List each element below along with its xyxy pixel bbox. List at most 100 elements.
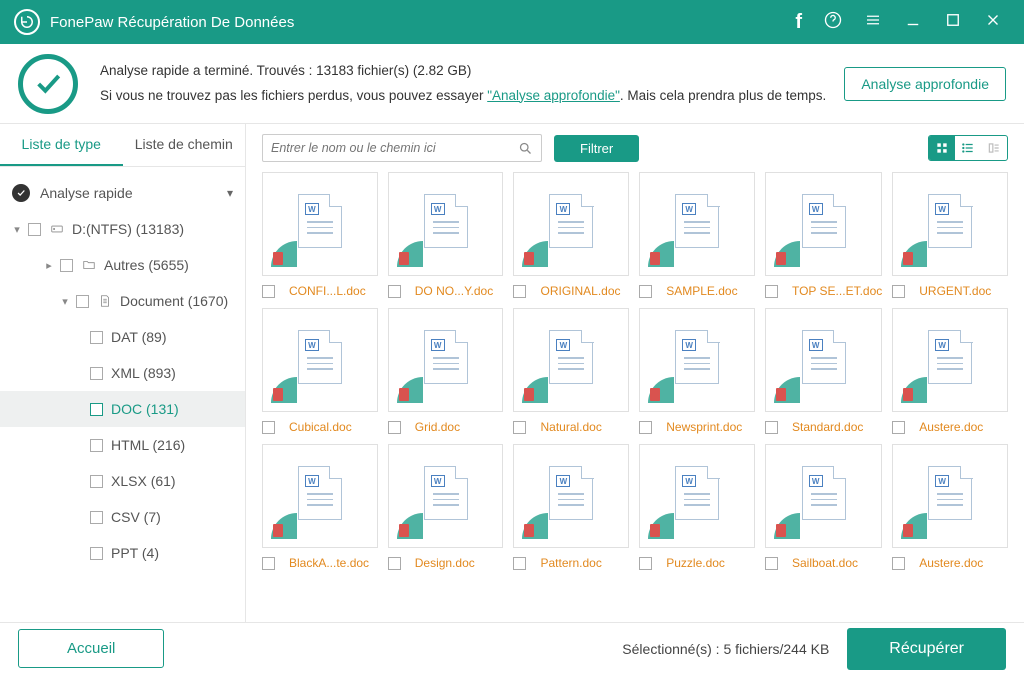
- close-icon[interactable]: [984, 11, 1002, 34]
- file-name: DO NO...Y.doc: [415, 284, 493, 298]
- tree-autres[interactable]: ▸Autres (5655): [0, 247, 245, 283]
- file-cell[interactable]: WURGENT.doc: [892, 172, 1008, 298]
- tab-type-list[interactable]: Liste de type: [0, 124, 123, 166]
- checkbox[interactable]: [513, 557, 526, 570]
- checkbox[interactable]: [76, 295, 89, 308]
- file-name: Cubical.doc: [289, 420, 352, 434]
- tree-xml[interactable]: XML (893): [0, 355, 245, 391]
- app-logo-icon: [14, 9, 40, 35]
- file-name: Puzzle.doc: [666, 556, 725, 570]
- file-name: Austere.doc: [919, 420, 983, 434]
- view-toggle: [928, 135, 1008, 161]
- file-cell[interactable]: WCubical.doc: [262, 308, 378, 434]
- deep-scan-button[interactable]: Analyse approfondie: [844, 67, 1006, 101]
- status-bar: Analyse rapide a terminé. Trouvés : 1318…: [0, 44, 1024, 124]
- recover-button[interactable]: Récupérer: [847, 628, 1006, 670]
- help-icon[interactable]: [824, 11, 842, 34]
- file-name: Pattern.doc: [540, 556, 601, 570]
- chevron-down-icon[interactable]: ▾: [227, 186, 233, 200]
- checkbox[interactable]: [892, 421, 905, 434]
- checkbox[interactable]: [765, 557, 778, 570]
- tree-html[interactable]: HTML (216): [0, 427, 245, 463]
- file-cell[interactable]: WBlackA...te.doc: [262, 444, 378, 570]
- file-cell[interactable]: WStandard.doc: [765, 308, 882, 434]
- file-cell[interactable]: WGrid.doc: [388, 308, 504, 434]
- file-name: BlackA...te.doc: [289, 556, 369, 570]
- checkbox[interactable]: [892, 557, 905, 570]
- file-cell[interactable]: WCONFI...L.doc: [262, 172, 378, 298]
- file-cell[interactable]: WPuzzle.doc: [639, 444, 755, 570]
- checkbox[interactable]: [90, 331, 103, 344]
- tab-path-list[interactable]: Liste de chemin: [123, 124, 246, 166]
- tree-document[interactable]: ▾Document (1670): [0, 283, 245, 319]
- file-cell[interactable]: WAustere.doc: [892, 444, 1008, 570]
- checkbox[interactable]: [765, 421, 778, 434]
- tree-drive[interactable]: ▾D:(NTFS) (13183): [0, 211, 245, 247]
- list-view-icon[interactable]: [955, 136, 981, 160]
- checkbox[interactable]: [388, 557, 401, 570]
- checkbox[interactable]: [90, 439, 103, 452]
- file-name: Standard.doc: [792, 420, 863, 434]
- grid-view-icon[interactable]: [929, 136, 955, 160]
- tree-doc[interactable]: DOC (131): [0, 391, 245, 427]
- file-name: Grid.doc: [415, 420, 460, 434]
- document-icon: [97, 294, 112, 308]
- checkbox[interactable]: [388, 421, 401, 434]
- checkbox[interactable]: [388, 285, 401, 298]
- minimize-icon[interactable]: [904, 11, 922, 34]
- checkbox[interactable]: [639, 285, 652, 298]
- checkbox[interactable]: [262, 421, 275, 434]
- file-cell[interactable]: WTOP SE...ET.doc: [765, 172, 882, 298]
- checkbox[interactable]: [765, 285, 778, 298]
- file-cell[interactable]: WSAMPLE.doc: [639, 172, 755, 298]
- checkbox[interactable]: [262, 557, 275, 570]
- tree-dat[interactable]: DAT (89): [0, 319, 245, 355]
- titlebar: FonePaw Récupération De Données f: [0, 0, 1024, 44]
- file-cell[interactable]: WORIGINAL.doc: [513, 172, 629, 298]
- file-cell[interactable]: WPattern.doc: [513, 444, 629, 570]
- checkbox[interactable]: [892, 285, 905, 298]
- home-button[interactable]: Accueil: [18, 629, 164, 668]
- file-name: TOP SE...ET.doc: [792, 284, 882, 298]
- selection-info: Sélectionné(s) : 5 fichiers/244 KB: [622, 641, 829, 657]
- deep-scan-link[interactable]: "Analyse approfondie": [487, 88, 620, 103]
- search-input[interactable]: [271, 141, 518, 155]
- file-grid: WCONFI...L.docWDO NO...Y.docWORIGINAL.do…: [246, 172, 1024, 622]
- checkbox[interactable]: [513, 421, 526, 434]
- tree-csv[interactable]: CSV (7): [0, 499, 245, 535]
- tree-ppt[interactable]: PPT (4): [0, 535, 245, 571]
- complete-check-icon: [18, 54, 78, 114]
- file-cell[interactable]: WNatural.doc: [513, 308, 629, 434]
- file-name: Design.doc: [415, 556, 475, 570]
- file-cell[interactable]: WSailboat.doc: [765, 444, 882, 570]
- file-name: Natural.doc: [540, 420, 601, 434]
- drive-icon: [49, 222, 64, 236]
- detail-view-icon[interactable]: [981, 136, 1007, 160]
- checkbox[interactable]: [28, 223, 41, 236]
- file-name: Newsprint.doc: [666, 420, 742, 434]
- checkbox[interactable]: [639, 421, 652, 434]
- checkbox[interactable]: [90, 367, 103, 380]
- chevron-down-icon: ▾: [60, 295, 70, 308]
- file-cell[interactable]: WNewsprint.doc: [639, 308, 755, 434]
- checkbox[interactable]: [639, 557, 652, 570]
- filter-button[interactable]: Filtrer: [554, 135, 639, 162]
- search-box[interactable]: [262, 134, 542, 162]
- maximize-icon[interactable]: [944, 11, 962, 34]
- app-title: FonePaw Récupération De Données: [50, 14, 294, 31]
- tree-quick-scan[interactable]: Analyse rapide ▾: [0, 175, 245, 211]
- file-cell[interactable]: WDesign.doc: [388, 444, 504, 570]
- tree-xlsx[interactable]: XLSX (61): [0, 463, 245, 499]
- checkbox[interactable]: [90, 547, 103, 560]
- file-tree: Analyse rapide ▾ ▾D:(NTFS) (13183) ▸Autr…: [0, 167, 245, 622]
- checkbox[interactable]: [262, 285, 275, 298]
- menu-icon[interactable]: [864, 11, 882, 34]
- file-cell[interactable]: WDO NO...Y.doc: [388, 172, 504, 298]
- file-cell[interactable]: WAustere.doc: [892, 308, 1008, 434]
- facebook-icon[interactable]: f: [795, 11, 802, 34]
- checkbox[interactable]: [90, 511, 103, 524]
- checkbox[interactable]: [90, 475, 103, 488]
- checkbox[interactable]: [513, 285, 526, 298]
- checkbox[interactable]: [90, 403, 103, 416]
- checkbox[interactable]: [60, 259, 73, 272]
